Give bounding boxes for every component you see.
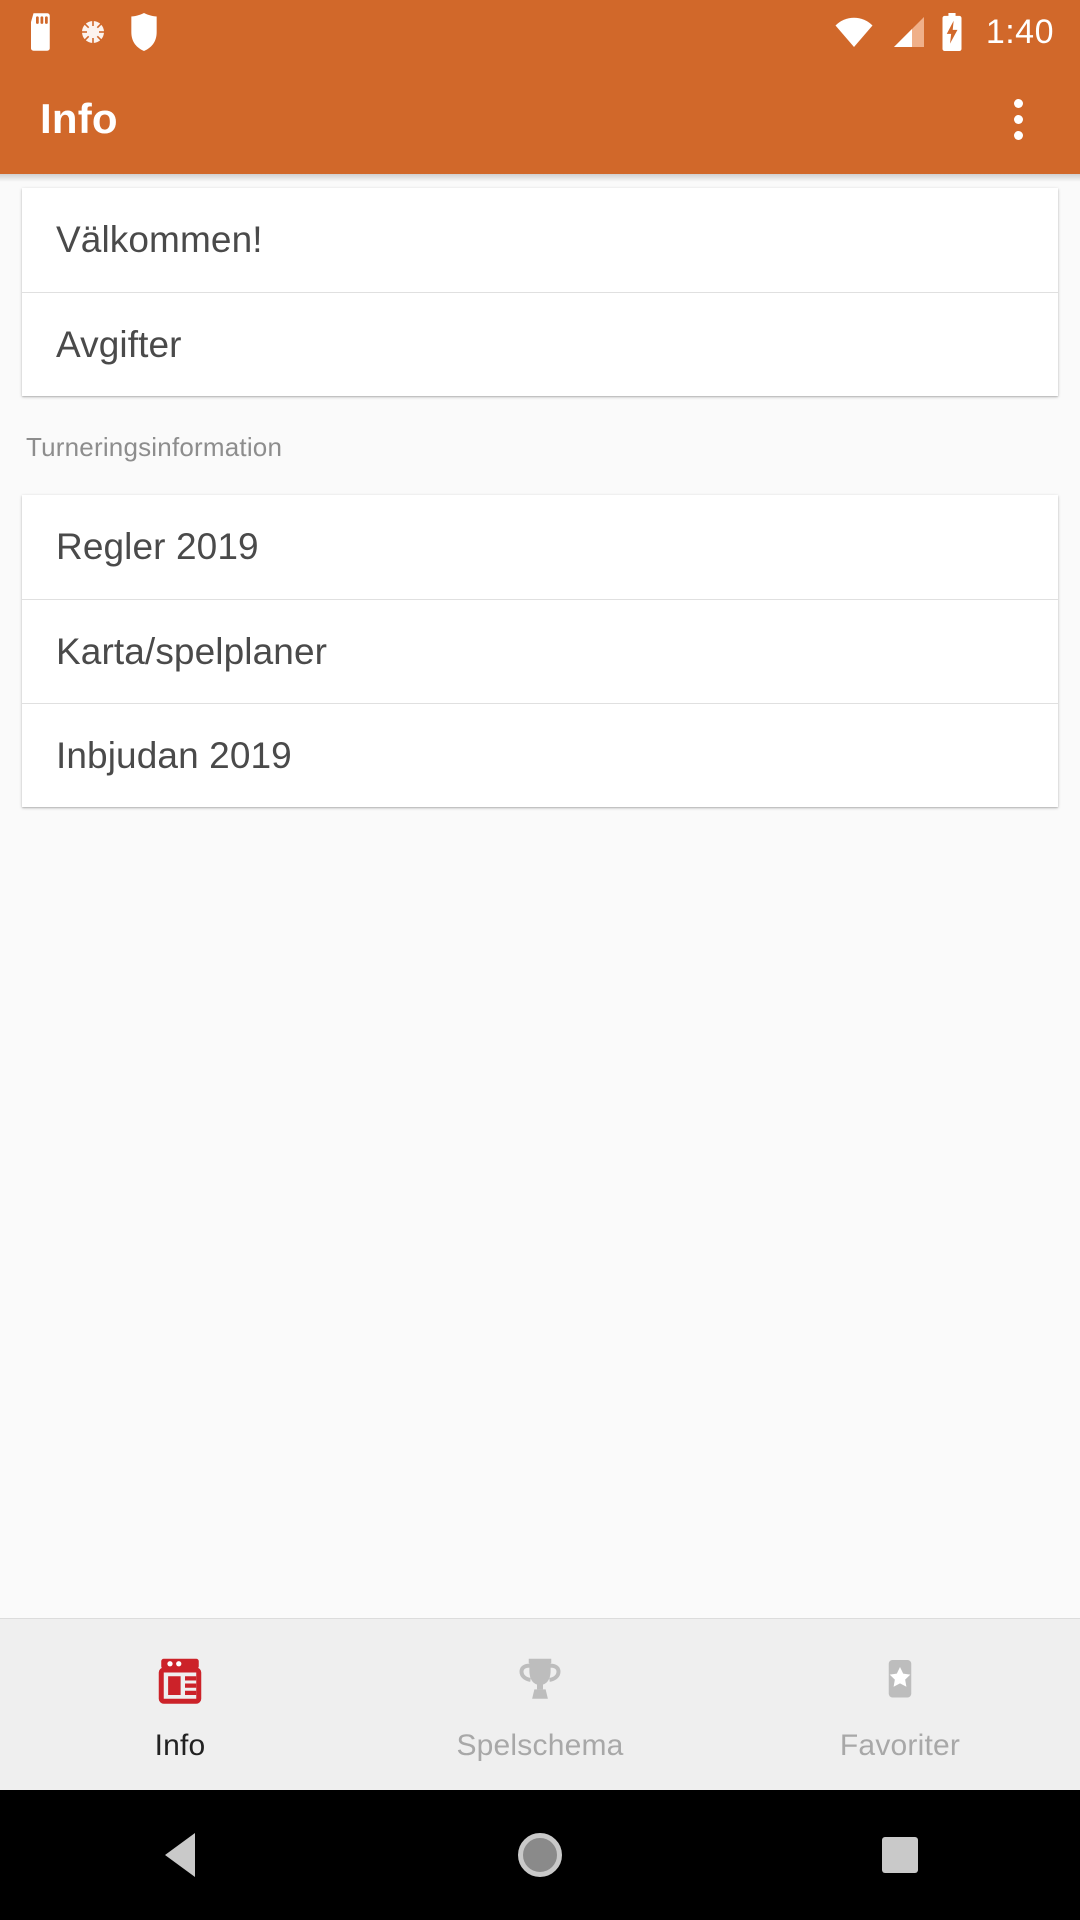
list-item-avgifter[interactable]: Avgifter <box>22 292 1058 396</box>
system-back-button[interactable] <box>105 1790 255 1920</box>
wifi-icon <box>835 17 873 47</box>
battery-charging-icon <box>942 13 962 51</box>
status-bar-left-icons <box>26 13 158 51</box>
info-card-general: Välkommen! Avgifter <box>22 188 1058 396</box>
list-item-label: Avgifter <box>56 323 182 365</box>
android-system-navigation-bar <box>0 1790 1080 1920</box>
section-header-turneringsinformation: Turneringsinformation <box>26 432 283 462</box>
list-item-regler-2019[interactable]: Regler 2019 <box>22 495 1058 599</box>
sync-circle-icon <box>80 19 106 45</box>
status-bar-right-icons: 1:40 <box>834 13 1054 52</box>
recents-square-icon <box>882 1837 918 1873</box>
list-item-karta-spelplaner[interactable]: Karta/spelplaner <box>22 599 1058 703</box>
list-item-label: Välkommen! <box>56 219 263 260</box>
bottom-nav-label: Spelschema <box>456 1728 624 1762</box>
trophy-icon <box>507 1647 573 1713</box>
bottom-navigation-bar: Info Spelschema Favoriter <box>0 1618 1080 1790</box>
overflow-dot <box>1013 98 1023 108</box>
list-item-inbjudan-2019[interactable]: Inbjudan 2019 <box>22 703 1058 807</box>
back-triangle-icon <box>165 1833 195 1877</box>
list-item-valkommen[interactable]: Välkommen! <box>22 188 1058 292</box>
phone-screen: 1:40 Info Välkommen! Avgifter Turnerings… <box>0 0 1080 1920</box>
bottom-nav-item-spelschema[interactable]: Spelschema <box>360 1619 720 1790</box>
bottom-nav-item-favoriter[interactable]: Favoriter <box>720 1619 1080 1790</box>
list-item-label: Inbjudan 2019 <box>56 734 292 776</box>
bottom-nav-label: Info <box>154 1728 206 1762</box>
shield-icon <box>131 13 157 51</box>
overflow-dot <box>1013 130 1023 140</box>
overflow-menu-icon[interactable] <box>988 83 1048 155</box>
system-recents-button[interactable] <box>825 1790 975 1920</box>
page-title: Info <box>40 95 118 142</box>
info-card-tournament: Regler 2019 Karta/spelplaner Inbjudan 20… <box>22 495 1058 807</box>
star-bookmark-icon <box>867 1647 933 1713</box>
content-scroll-area[interactable]: Välkommen! Avgifter Turneringsinformatio… <box>0 174 1080 1618</box>
bottom-nav-label: Favoriter <box>839 1728 961 1762</box>
app-bar-shadow <box>0 174 1080 182</box>
home-circle-icon <box>518 1833 562 1877</box>
list-item-label: Karta/spelplaner <box>56 630 328 672</box>
status-bar-clock: 1:40 <box>985 12 1054 51</box>
overflow-dot <box>1013 114 1023 124</box>
bottom-nav-item-info[interactable]: Info <box>0 1619 360 1790</box>
list-item-label: Regler 2019 <box>56 526 259 567</box>
system-home-button[interactable] <box>465 1790 615 1920</box>
app-bar: Info <box>0 64 1080 174</box>
cellular-signal-icon <box>893 17 924 47</box>
status-bar: 1:40 <box>0 0 1080 64</box>
article-reader-icon <box>147 1647 213 1713</box>
sd-card-icon <box>31 13 50 51</box>
